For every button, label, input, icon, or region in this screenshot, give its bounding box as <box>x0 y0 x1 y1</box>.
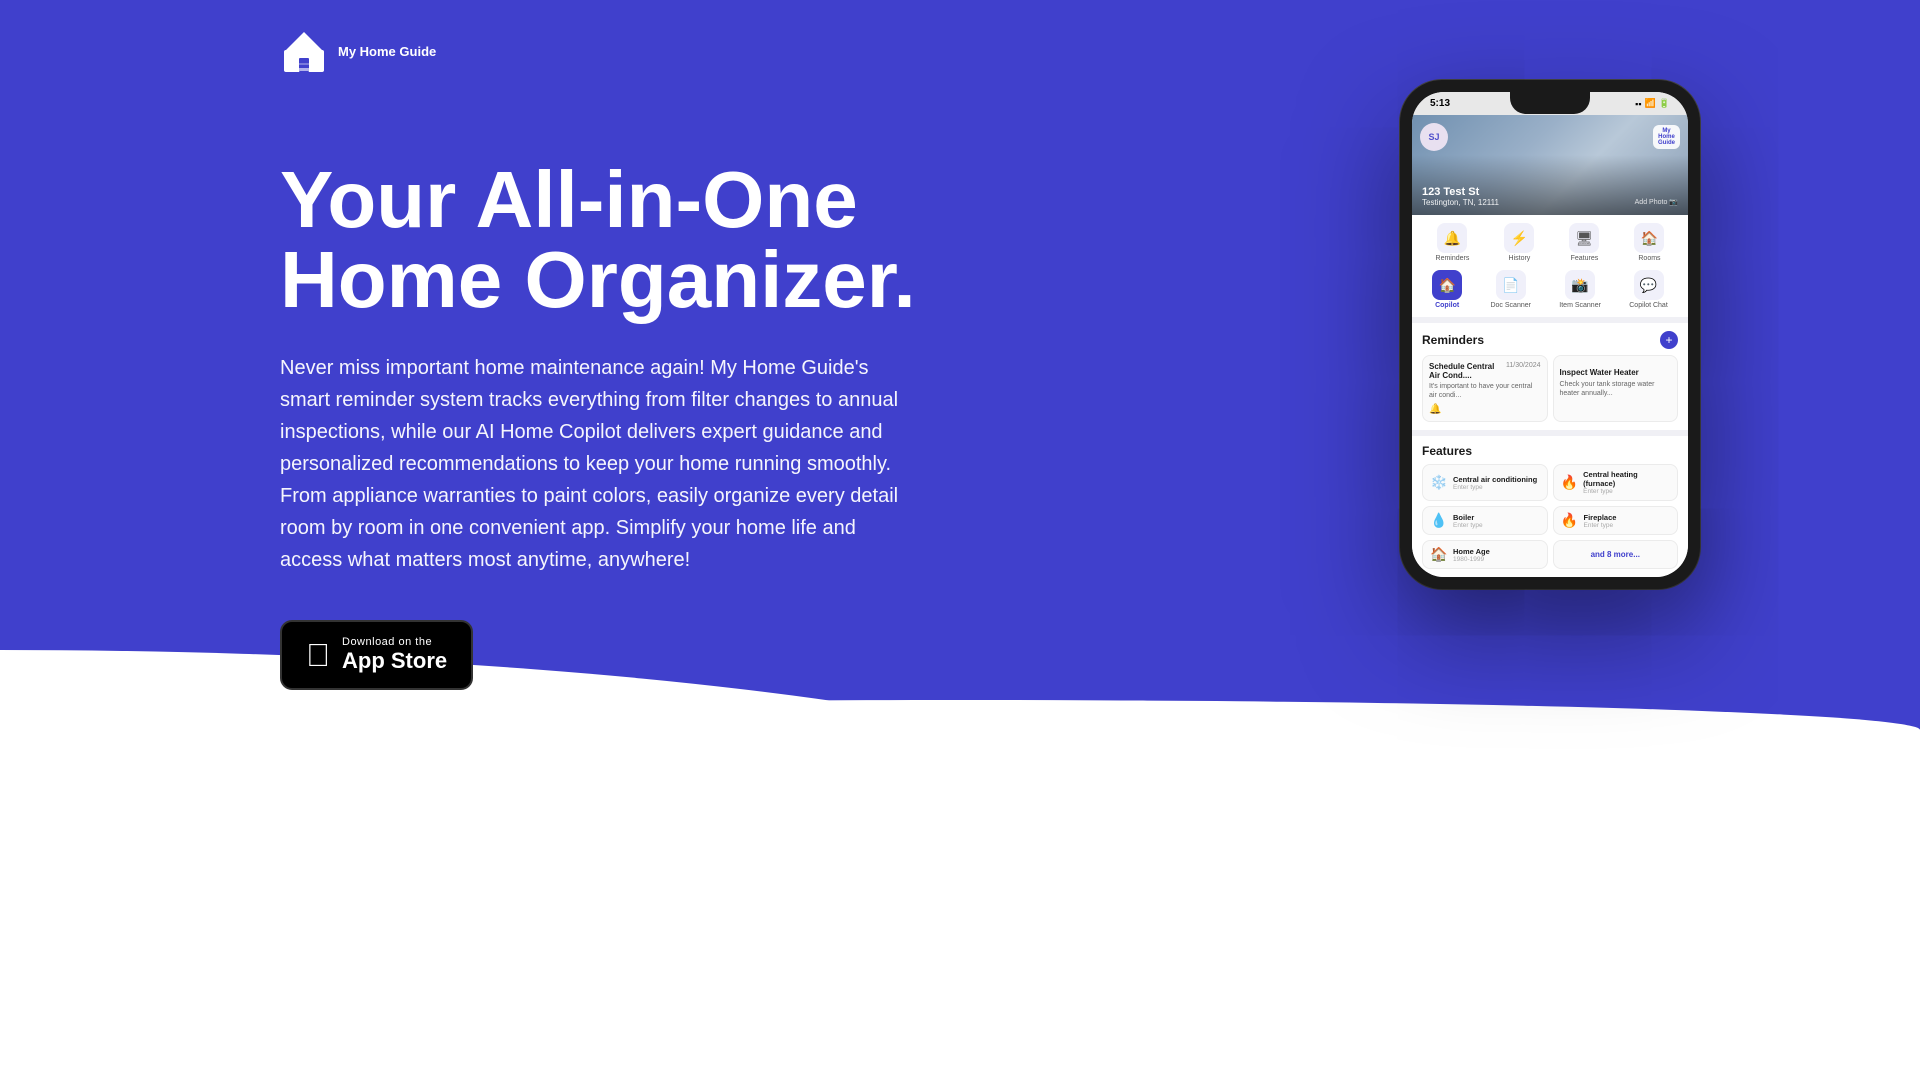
fireplace-icon: 🔥 <box>1561 512 1579 529</box>
phone-outer: 5:13 ▪▪ 📶 🔋 SJ MyHomeGuide 123 T <box>1400 80 1700 589</box>
heating-sub: Enter type <box>1583 488 1670 495</box>
reminder-1-desc: It's important to have your central air … <box>1429 382 1541 400</box>
status-time: 5:13 <box>1430 98 1450 109</box>
boiler-icon: 💧 <box>1430 512 1448 529</box>
nav-item-scanner[interactable]: 📸 Item Scanner <box>1559 270 1601 309</box>
nav-doc-scanner[interactable]: 📄 Doc Scanner <box>1490 270 1530 309</box>
feature-card-heating[interactable]: 🔥 Central heating (furnace) Enter type <box>1553 464 1679 501</box>
hero-description: Never miss important home maintenance ag… <box>280 352 920 576</box>
page-content: My Home Guide Your All-in-One Home Organ… <box>0 0 1920 1080</box>
logo-icon <box>280 28 328 76</box>
feature-card-fireplace[interactable]: 🔥 Fireplace Enter type <box>1553 506 1679 535</box>
header: My Home Guide <box>280 28 436 76</box>
status-icons: ▪▪ 📶 🔋 <box>1635 98 1670 109</box>
phone-screen: 5:13 ▪▪ 📶 🔋 SJ MyHomeGuide 123 T <box>1412 92 1688 577</box>
heating-text: Central heating (furnace) Enter type <box>1583 470 1670 495</box>
reminders-label: Reminders <box>1436 255 1470 262</box>
reminders-header: Reminders + <box>1422 331 1678 349</box>
history-label: History <box>1509 255 1531 262</box>
doc-scanner-icon: 📄 <box>1496 270 1526 300</box>
nav-copilot-chat[interactable]: 💬 Copilot Chat <box>1629 270 1668 309</box>
hero-title: Your All-in-One Home Organizer. <box>280 160 960 320</box>
history-icon: ⚡ <box>1504 223 1534 253</box>
features-grid: ❄️ Central air conditioning Enter type 🔥… <box>1422 464 1678 569</box>
item-scanner-label: Item Scanner <box>1559 302 1601 309</box>
apple-icon:  <box>306 639 330 671</box>
phone-mockup: 5:13 ▪▪ 📶 🔋 SJ MyHomeGuide 123 T <box>1400 80 1700 589</box>
heating-icon: 🔥 <box>1561 474 1579 491</box>
ac-name: Central air conditioning <box>1453 475 1537 484</box>
reminder-2-desc: Check your tank storage water heater ann… <box>1560 380 1672 398</box>
logo-text: My Home Guide <box>338 44 436 61</box>
feature-card-ac[interactable]: ❄️ Central air conditioning Enter type <box>1422 464 1548 501</box>
home-city: Testington, TN, 12111 Add Photo 📷 <box>1422 198 1678 207</box>
ac-text: Central air conditioning Enter type <box>1453 475 1537 491</box>
boiler-name: Boiler <box>1453 513 1483 522</box>
hero-section: Your All-in-One Home Organizer. Never mi… <box>280 160 960 690</box>
app-store-button-text: Download on the App Store <box>342 636 447 674</box>
home-age-sub: 1980-1999 <box>1453 556 1490 563</box>
home-age-text: Home Age 1980-1999 <box>1453 547 1490 563</box>
nav-features[interactable]: 🖥 Features <box>1569 223 1599 262</box>
features-section: Features ❄️ Central air conditioning Ent… <box>1412 436 1688 577</box>
copilot-label: Copilot <box>1435 302 1459 309</box>
rooms-icon: 🏠 <box>1634 223 1664 253</box>
features-label: Features <box>1571 255 1599 262</box>
reminder-1-date: 11/30/2024 <box>1506 362 1541 369</box>
home-age-icon: 🏠 <box>1430 546 1448 563</box>
home-age-name: Home Age <box>1453 547 1490 556</box>
fireplace-sub: Enter type <box>1584 522 1617 529</box>
doc-scanner-label: Doc Scanner <box>1490 302 1530 309</box>
feature-card-home-age[interactable]: 🏠 Home Age 1980-1999 <box>1422 540 1548 569</box>
reminder-1-bell-icon: 🔔 <box>1429 404 1541 415</box>
nav-rooms[interactable]: 🏠 Rooms <box>1634 223 1664 262</box>
nav-reminders[interactable]: 🔔 Reminders <box>1436 223 1470 262</box>
nav-row-2: 🏠 Copilot 📄 Doc Scanner 📸 Item Scanner 💬… <box>1412 266 1688 317</box>
boiler-text: Boiler Enter type <box>1453 513 1483 529</box>
features-header: Features <box>1422 444 1678 458</box>
fireplace-name: Fireplace <box>1584 513 1617 522</box>
copilot-icon: 🏠 <box>1432 270 1462 300</box>
copilot-chat-label: Copilot Chat <box>1629 302 1668 309</box>
features-section-title: Features <box>1422 444 1472 458</box>
reminder-1-title: Schedule Central Air Cond.... <box>1429 362 1506 380</box>
home-top-row: SJ MyHomeGuide <box>1420 123 1680 151</box>
reminder-card-2: Inspect Water Heater Check your tank sto… <box>1553 355 1679 422</box>
reminders-section: Reminders + Schedule Central Air Cond...… <box>1412 323 1688 430</box>
avatar: SJ <box>1420 123 1448 151</box>
features-icon: 🖥 <box>1569 223 1599 253</box>
home-header-image: SJ MyHomeGuide 123 Test St Testington, T… <box>1412 115 1688 215</box>
ac-icon: ❄️ <box>1430 474 1448 491</box>
heating-name: Central heating (furnace) <box>1583 470 1670 488</box>
feature-card-boiler[interactable]: 💧 Boiler Enter type <box>1422 506 1548 535</box>
wifi-icon: 📶 <box>1645 98 1656 109</box>
nav-row-1: 🔔 Reminders ⚡ History 🖥 Features 🏠 Rooms <box>1412 215 1688 266</box>
feature-card-more[interactable]: and 8 more... <box>1553 540 1679 569</box>
reminders-icon: 🔔 <box>1437 223 1467 253</box>
mhg-logo-small: MyHomeGuide <box>1653 125 1680 149</box>
ac-sub: Enter type <box>1453 484 1537 491</box>
phone-notch <box>1510 92 1590 114</box>
home-street: 123 Test St <box>1422 186 1678 198</box>
feature-more-label: and 8 more... <box>1591 550 1640 559</box>
nav-copilot[interactable]: 🏠 Copilot <box>1432 270 1462 309</box>
home-address: 123 Test St Testington, TN, 12111 Add Ph… <box>1422 186 1678 207</box>
reminders-section-title: Reminders <box>1422 333 1484 347</box>
boiler-sub: Enter type <box>1453 522 1483 529</box>
item-scanner-icon: 📸 <box>1565 270 1595 300</box>
reminder-card-1: Schedule Central Air Cond.... 11/30/2024… <box>1422 355 1548 422</box>
copilot-chat-icon: 💬 <box>1634 270 1664 300</box>
signal-icon: ▪▪ <box>1635 99 1641 109</box>
reminders-add-button[interactable]: + <box>1660 331 1678 349</box>
rooms-label: Rooms <box>1638 255 1660 262</box>
download-on-label: Download on the <box>342 636 447 648</box>
battery-icon: 🔋 <box>1659 98 1670 109</box>
store-name-label: App Store <box>342 648 447 674</box>
reminder-2-title: Inspect Water Heater <box>1560 368 1639 377</box>
app-store-button[interactable]:  Download on the App Store <box>280 620 473 690</box>
add-photo-label[interactable]: Add Photo 📷 <box>1635 198 1678 207</box>
nav-history[interactable]: ⚡ History <box>1504 223 1534 262</box>
fireplace-text: Fireplace Enter type <box>1584 513 1617 529</box>
reminders-grid: Schedule Central Air Cond.... 11/30/2024… <box>1422 355 1678 422</box>
